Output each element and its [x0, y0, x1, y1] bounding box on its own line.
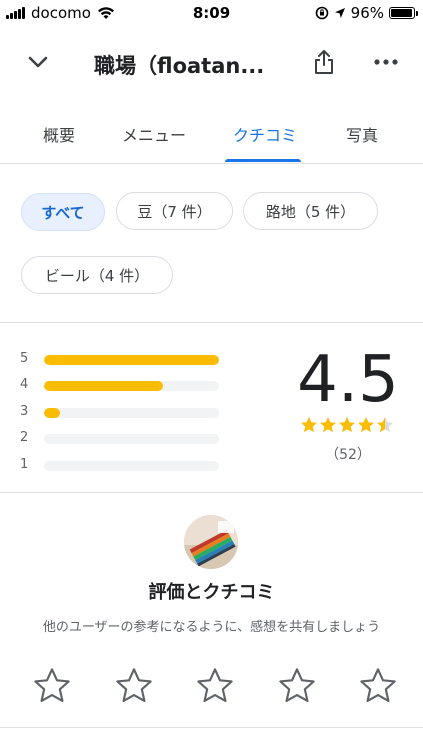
star-outline-icon — [360, 668, 396, 703]
share-button[interactable] — [302, 40, 346, 84]
histogram-label: 1 — [20, 457, 29, 472]
battery-percent: 96% — [350, 4, 384, 22]
histogram-label: 5 — [20, 351, 29, 366]
rate-star-button[interactable] — [275, 664, 319, 708]
tab-overview[interactable]: 概要 — [43, 122, 75, 146]
histogram-track — [44, 461, 219, 471]
star-icon — [301, 417, 317, 433]
average-rating-stars — [300, 416, 394, 434]
tab-photos[interactable]: 写真 — [346, 122, 378, 146]
avatar — [184, 515, 238, 569]
star-outline-icon — [197, 668, 233, 703]
histogram-track — [44, 434, 219, 444]
star-rating-input — [30, 664, 400, 708]
histogram-bar — [44, 355, 219, 365]
section-divider — [0, 322, 423, 323]
review-count: （52） — [325, 447, 371, 463]
rate-star-button[interactable] — [112, 664, 156, 708]
histogram-track — [44, 381, 219, 391]
rate-star-button[interactable] — [356, 664, 400, 708]
status-right: 96% — [315, 4, 418, 22]
app-header: 職場（floatan... — [0, 30, 423, 94]
filter-chip-beans[interactable]: 豆（7 件） — [116, 192, 233, 230]
write-review-subtitle: 他のユーザーの参考になるように、感想を共有しましょう — [42, 620, 381, 635]
rate-star-button[interactable] — [193, 664, 237, 708]
star-outline-icon — [278, 668, 315, 703]
tab-reviews[interactable]: クチコミ — [233, 122, 297, 146]
user-avatar-image — [184, 515, 238, 569]
filter-chip-all[interactable]: すべて — [21, 193, 105, 231]
histogram-label: 4 — [20, 377, 29, 392]
rate-star-button[interactable] — [30, 664, 74, 708]
active-tab-indicator — [225, 159, 301, 162]
histogram-bar — [44, 381, 163, 391]
orientation-lock-icon — [315, 6, 328, 20]
star-icon — [339, 417, 355, 433]
status-bar: docomo 8:09 96% — [0, 0, 423, 26]
star-icon — [377, 417, 393, 433]
share-icon — [315, 50, 333, 74]
filter-chip-alley[interactable]: 路地（5 件） — [243, 192, 378, 230]
section-divider — [0, 727, 423, 728]
chevron-down-icon — [28, 56, 48, 68]
back-button[interactable] — [16, 40, 60, 84]
star-outline-icon — [115, 668, 152, 703]
write-review-title: 評価とクチコミ — [148, 582, 275, 603]
battery-level — [391, 9, 413, 17]
average-rating: 4.5 — [297, 343, 399, 417]
filter-chip-beer[interactable]: ビール（4 件） — [21, 256, 173, 294]
tab-bar: 概要 メニュー クチコミ 写真 — [0, 110, 423, 164]
histogram-label: 3 — [20, 404, 29, 419]
histogram-bar — [44, 408, 60, 418]
histogram-label: 2 — [20, 430, 29, 445]
section-divider — [0, 492, 423, 493]
star-icon — [320, 417, 336, 433]
location-arrow-icon — [334, 8, 345, 18]
star-outline-icon — [34, 668, 70, 703]
page-title: 職場（floatan... — [94, 54, 265, 78]
histogram-track — [44, 355, 219, 365]
more-horizontal-icon — [374, 59, 398, 65]
more-options-button[interactable] — [364, 40, 408, 84]
histogram-track — [44, 408, 219, 418]
battery-icon — [389, 7, 418, 19]
star-icon — [358, 417, 374, 433]
tab-menu[interactable]: メニュー — [122, 122, 186, 146]
